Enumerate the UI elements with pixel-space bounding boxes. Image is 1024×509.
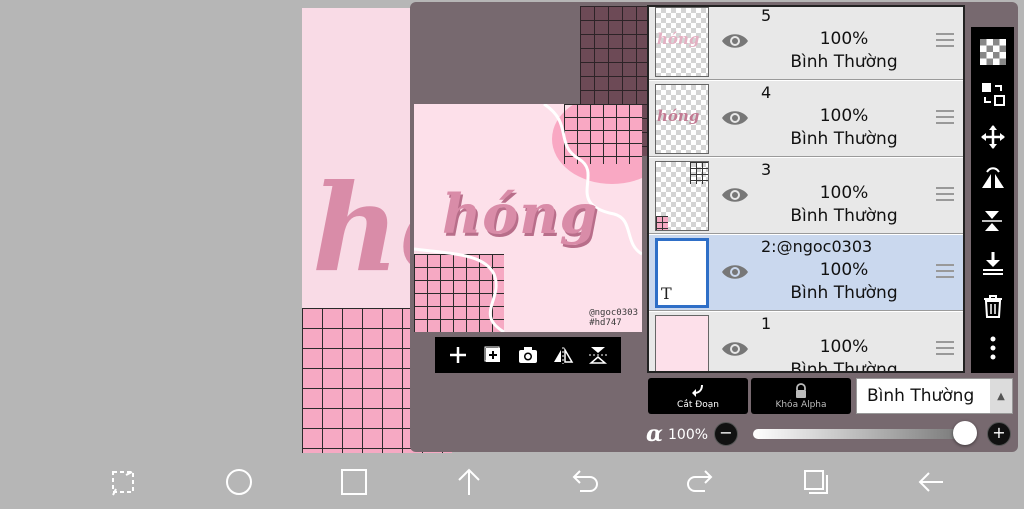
trash-icon[interactable] bbox=[978, 291, 1008, 321]
layer-name: 5 bbox=[761, 6, 772, 25]
undo-icon[interactable] bbox=[568, 465, 602, 499]
back-icon[interactable] bbox=[914, 465, 948, 499]
layer-blend-mode: Bình Thường bbox=[790, 206, 898, 226]
opacity-slider-track[interactable] bbox=[753, 429, 965, 439]
layer-blend-mode: Bình Thường bbox=[790, 129, 898, 149]
opacity-decrease-button[interactable]: − bbox=[714, 422, 738, 446]
layers-icon[interactable] bbox=[799, 465, 833, 499]
opacity-increase-button[interactable]: + bbox=[987, 422, 1011, 446]
clipping-button[interactable]: Cắt Đoạn bbox=[648, 378, 748, 414]
layer-opacity: 100% bbox=[819, 183, 869, 203]
arrow-up-icon[interactable] bbox=[452, 465, 486, 499]
layer-blend-mode: Bình Thường bbox=[790, 52, 898, 72]
more-vertical-icon[interactable] bbox=[978, 333, 1008, 363]
flip-v-icon[interactable] bbox=[585, 342, 611, 368]
alpha-lock-button[interactable]: Khóa Alpha bbox=[751, 378, 851, 414]
thumb-artwork-text: hóng bbox=[657, 107, 700, 125]
credit-line-1: @ngoc0303 bbox=[589, 308, 638, 318]
layer-thumbnail: hóng bbox=[655, 7, 709, 77]
preview-artwork-text: hóng bbox=[442, 182, 599, 246]
transform-icon[interactable] bbox=[106, 465, 140, 499]
bottom-navigation-bar bbox=[0, 455, 1024, 509]
add-layer-icon[interactable] bbox=[445, 342, 471, 368]
layer-opacity: 100% bbox=[819, 337, 869, 357]
preview-toolbar bbox=[435, 337, 621, 373]
square-icon[interactable] bbox=[337, 465, 371, 499]
layer-row-5[interactable]: hóng 5 100% Bình Thường bbox=[649, 6, 963, 80]
layer-opacity: 100% bbox=[819, 106, 869, 126]
drag-handle-icon[interactable] bbox=[935, 109, 955, 125]
eye-icon[interactable] bbox=[721, 107, 749, 129]
drag-handle-icon[interactable] bbox=[935, 186, 955, 202]
eye-icon[interactable] bbox=[721, 184, 749, 206]
layer-thumbnail: T bbox=[655, 238, 709, 308]
layer-thumbnail: hóng bbox=[655, 84, 709, 154]
layer-name: 1 bbox=[761, 314, 772, 333]
redo-icon[interactable] bbox=[683, 465, 717, 499]
alpha-lock-label: Khóa Alpha bbox=[775, 399, 827, 410]
eye-icon[interactable] bbox=[721, 30, 749, 52]
transparency-grid-icon[interactable] bbox=[978, 37, 1008, 67]
blend-mode-value: Bình Thường bbox=[867, 386, 975, 406]
alpha-symbol: α bbox=[646, 421, 663, 447]
layer-opacity: 100% bbox=[819, 29, 869, 49]
layer-opacity: 100% bbox=[819, 260, 869, 280]
layer-name: 2:@ngoc0303 bbox=[761, 237, 873, 256]
thumb-grid-pattern bbox=[656, 216, 668, 230]
circle-icon[interactable] bbox=[222, 465, 256, 499]
layer-swap-icon[interactable] bbox=[978, 79, 1008, 109]
clipping-arrow-icon bbox=[692, 384, 703, 397]
drag-handle-icon[interactable] bbox=[935, 32, 955, 48]
layer-name: 4 bbox=[761, 83, 772, 102]
text-layer-glyph: T bbox=[661, 284, 672, 303]
thumb-grid-pattern bbox=[690, 162, 708, 184]
opacity-value: 100% bbox=[668, 427, 709, 443]
layer-list[interactable]: hóng 5 100% Bình Thường hóng 4 100% Bình… bbox=[647, 5, 965, 373]
credit-line-2: #hd747 bbox=[589, 318, 622, 328]
preview-credit: @ngoc0303 #hd747 bbox=[589, 308, 638, 328]
layer-tool-column bbox=[971, 27, 1014, 373]
merge-down-icon[interactable] bbox=[978, 248, 1008, 278]
layer-name: 3 bbox=[761, 160, 772, 179]
camera-icon[interactable] bbox=[515, 342, 541, 368]
layer-thumbnail bbox=[655, 161, 709, 231]
eye-icon[interactable] bbox=[721, 338, 749, 360]
move-icon[interactable] bbox=[978, 122, 1008, 152]
layer-preview[interactable]: hóng @ngoc0303 #hd747 bbox=[414, 104, 642, 332]
eye-icon[interactable] bbox=[721, 261, 749, 283]
layer-row-2-selected[interactable]: T 2:@ngoc0303 100% Bình Thường bbox=[649, 235, 963, 311]
layer-blend-mode: Bình Thường bbox=[790, 360, 898, 373]
lock-icon bbox=[796, 382, 806, 398]
layer-blend-mode: Bình Thường bbox=[790, 283, 898, 303]
layer-thumbnail bbox=[655, 315, 709, 371]
flip-vertical-icon[interactable] bbox=[978, 206, 1008, 236]
flip-h-icon[interactable] bbox=[550, 342, 576, 368]
layer-row-1[interactable]: 1 100% Bình Thường bbox=[649, 312, 963, 373]
flip-horizontal-icon[interactable] bbox=[978, 164, 1008, 194]
drag-handle-icon[interactable] bbox=[935, 263, 955, 279]
thumb-artwork-text: hóng bbox=[657, 30, 700, 48]
clipping-label: Cắt Đoạn bbox=[677, 399, 719, 410]
opacity-slider-thumb[interactable] bbox=[953, 421, 977, 445]
triangle-up-icon[interactable]: ▲ bbox=[990, 379, 1012, 413]
layer-row-3[interactable]: 3 100% Bình Thường bbox=[649, 158, 963, 234]
drag-handle-icon[interactable] bbox=[935, 340, 955, 356]
blend-mode-select[interactable]: Bình Thường ▲ bbox=[856, 378, 1013, 414]
layer-row-4[interactable]: hóng 4 100% Bình Thường bbox=[649, 81, 963, 157]
add-folder-icon[interactable] bbox=[480, 342, 506, 368]
